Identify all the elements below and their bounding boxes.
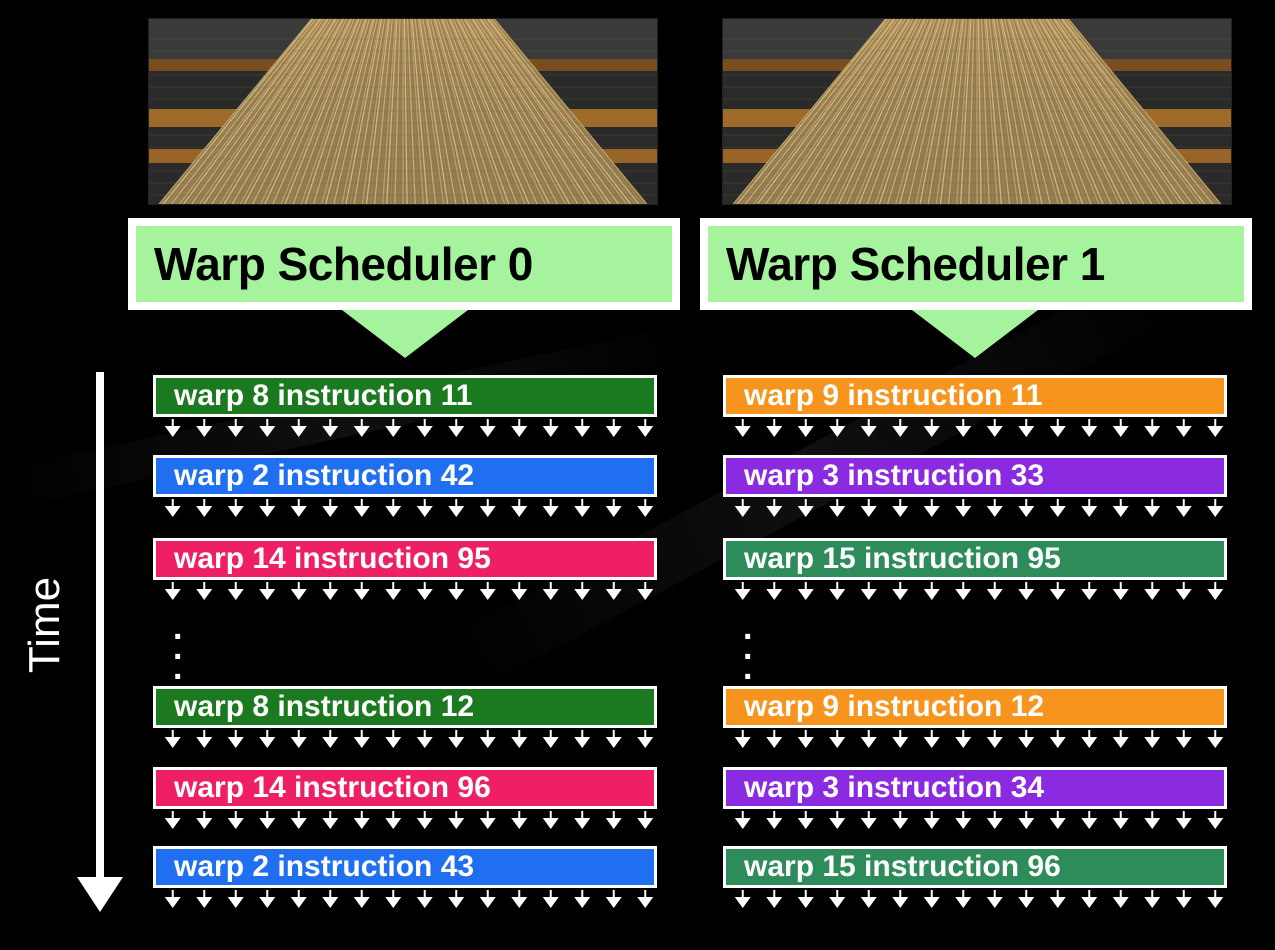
thread-arrows (723, 499, 1227, 519)
instruction-row: warp 8 instruction 12 (153, 686, 657, 728)
thread-arrows (723, 730, 1227, 750)
instruction-row: warp 9 instruction 12 (723, 686, 1227, 728)
funnel-arrow-1 (912, 310, 1038, 358)
thread-arrows (723, 890, 1227, 910)
instruction-row: warp 2 instruction 43 (153, 846, 657, 888)
loom-photo-left (148, 18, 658, 205)
thread-arrows (723, 419, 1227, 439)
thread-arrows (153, 419, 657, 439)
time-axis-label: Time (20, 576, 69, 674)
instruction-row: warp 3 instruction 33 (723, 455, 1227, 497)
instruction-row: warp 9 instruction 11 (723, 375, 1227, 417)
instruction-row: warp 15 instruction 96 (723, 846, 1227, 888)
warp-scheduler-0-title: Warp Scheduler 0 (136, 226, 672, 302)
thread-arrows (153, 890, 657, 910)
thread-arrows (153, 811, 657, 831)
loom-photo-right (722, 18, 1232, 205)
ellipsis-vertical-icon: ... (743, 609, 753, 687)
instruction-row: warp 14 instruction 96 (153, 767, 657, 809)
warp-scheduler-1-title: Warp Scheduler 1 (708, 226, 1244, 302)
thread-arrows (153, 730, 657, 750)
thread-arrows (153, 499, 657, 519)
time-arrow-icon (77, 372, 123, 912)
warp-scheduler-0-box: Warp Scheduler 0 (128, 218, 680, 310)
funnel-arrow-0 (342, 310, 468, 358)
instruction-row: warp 2 instruction 42 (153, 455, 657, 497)
instruction-row: warp 3 instruction 34 (723, 767, 1227, 809)
thread-arrows (153, 582, 657, 602)
thread-arrows (723, 582, 1227, 602)
instruction-row: warp 8 instruction 11 (153, 375, 657, 417)
warp-scheduler-1-box: Warp Scheduler 1 (700, 218, 1252, 310)
instruction-row: warp 15 instruction 95 (723, 538, 1227, 580)
thread-arrows (723, 811, 1227, 831)
instruction-row: warp 14 instruction 95 (153, 538, 657, 580)
ellipsis-vertical-icon: ... (173, 609, 183, 687)
